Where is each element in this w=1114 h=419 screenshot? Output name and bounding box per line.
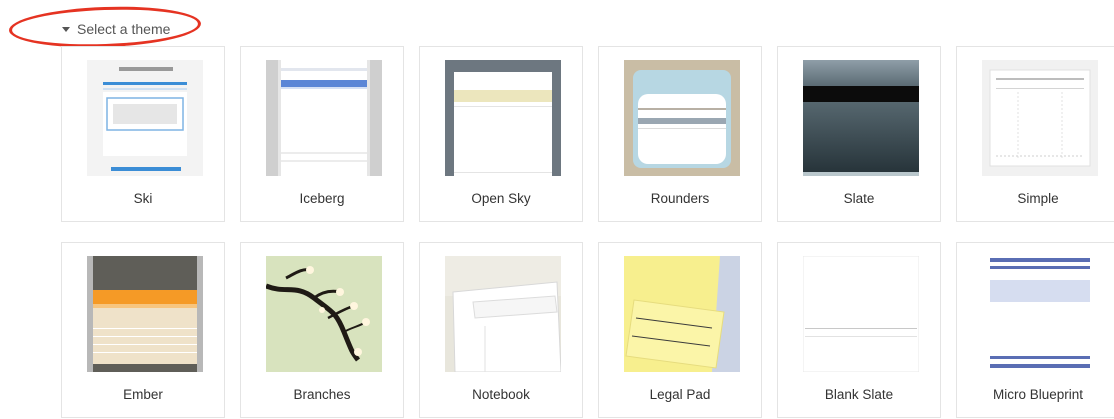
theme-card-iceberg[interactable]: Iceberg xyxy=(240,46,404,222)
theme-card-blank-slate[interactable]: Blank Slate xyxy=(777,242,941,418)
theme-card-branches[interactable]: Branches xyxy=(240,242,404,418)
theme-thumbnail-ember xyxy=(87,256,203,372)
theme-card-simple[interactable]: Simple xyxy=(956,46,1114,222)
theme-label: Branches xyxy=(293,387,351,402)
theme-label: Ski xyxy=(133,191,153,206)
theme-card-notebook[interactable]: Notebook xyxy=(419,242,583,418)
theme-thumbnail-blank-slate xyxy=(803,256,919,372)
theme-label: Simple xyxy=(1017,191,1059,206)
theme-card-legal-pad[interactable]: Legal Pad xyxy=(598,242,762,418)
theme-label: Legal Pad xyxy=(649,387,711,402)
theme-card-rounders[interactable]: Rounders xyxy=(598,46,762,222)
theme-card-micro-blueprint[interactable]: Micro Blueprint xyxy=(956,242,1114,418)
theme-label: Open Sky xyxy=(471,191,531,206)
theme-label: Blank Slate xyxy=(824,387,894,402)
theme-section-title: Select a theme xyxy=(77,21,171,37)
theme-thumbnail-legal-pad xyxy=(624,256,740,372)
theme-thumbnail-slate xyxy=(803,60,919,176)
theme-thumbnail-micro-blueprint xyxy=(982,256,1098,372)
theme-thumbnail-ski xyxy=(87,60,203,176)
theme-section-toggle[interactable]: Select a theme xyxy=(62,19,170,39)
theme-label: Micro Blueprint xyxy=(992,387,1084,402)
theme-label: Notebook xyxy=(472,387,530,402)
theme-card-ski[interactable]: Ski xyxy=(61,46,225,222)
theme-thumbnail-rounders xyxy=(624,60,740,176)
theme-label: Rounders xyxy=(650,191,710,206)
theme-label: Ember xyxy=(123,387,163,402)
theme-thumbnail-branches xyxy=(266,256,382,372)
theme-card-slate[interactable]: Slate xyxy=(777,46,941,222)
theme-thumbnail-notebook xyxy=(445,256,561,372)
theme-card-open-sky[interactable]: Open Sky xyxy=(419,46,583,222)
caret-down-icon xyxy=(62,27,70,32)
theme-thumbnail-iceberg xyxy=(266,60,382,176)
theme-thumbnail-open-sky xyxy=(445,60,561,176)
theme-card-ember[interactable]: Ember xyxy=(61,242,225,418)
theme-label: Slate xyxy=(843,191,875,206)
theme-thumbnail-simple xyxy=(982,60,1098,176)
theme-label: Iceberg xyxy=(299,191,345,206)
